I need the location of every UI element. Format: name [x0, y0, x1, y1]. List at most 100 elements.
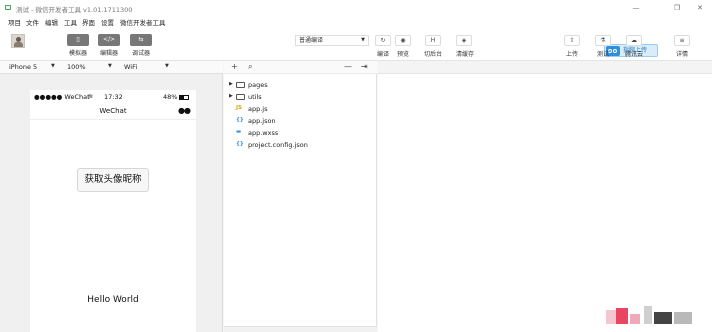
battery-icon — [179, 95, 189, 100]
close-button[interactable]: ✕ — [694, 3, 706, 13]
avatar-body-shape — [14, 42, 23, 47]
minimize-button[interactable]: — — [630, 3, 642, 13]
debug-icon: ⇆ — [138, 36, 144, 43]
add-file-icon[interactable]: + — [231, 62, 238, 71]
caret-right-icon: ▶ — [229, 81, 233, 87]
debugger-toggle-button[interactable]: ⇆ — [130, 34, 152, 46]
simulator-header: iPhone 5 ▼ 100% ▼ WiFi ▼ — [0, 61, 223, 74]
window-title: 测试 - 微信开发者工具 v1.01.1711300 — [16, 6, 133, 14]
menu-icon: ≡ — [679, 37, 685, 44]
tree-folder-pages[interactable]: ▶ pages — [224, 80, 377, 91]
chevron-down-icon: ▼ — [165, 63, 169, 69]
user-avatar[interactable] — [11, 34, 25, 48]
preview-label: 预览 — [396, 51, 409, 58]
details-button[interactable]: ≡ — [674, 35, 690, 46]
editor-toggle-button[interactable]: </> — [98, 34, 120, 46]
tencent-cloud-button[interactable]: ☁ — [626, 35, 642, 46]
test-label: 测试 — [596, 51, 609, 58]
editor-toggle-label: 编辑器 — [99, 50, 118, 57]
menu-tools[interactable]: 工具 — [64, 17, 77, 27]
editor-area — [378, 61, 712, 332]
debugger-toggle-label: 调试器 — [131, 50, 150, 57]
navigation-bar: WeChat ●● — [30, 104, 196, 120]
watermark-block — [654, 312, 672, 324]
hello-text: Hello World — [87, 295, 139, 305]
watermark-logo — [606, 304, 696, 326]
menu-file[interactable]: 文件 — [26, 17, 39, 27]
upload-icon: ⇧ — [569, 37, 575, 44]
background-label: 切后台 — [423, 51, 442, 58]
maximize-button[interactable]: ❐ — [671, 3, 683, 13]
tree-item-label: utils — [248, 93, 262, 101]
caret-right-icon: ▶ — [229, 93, 233, 99]
nav-title: WeChat — [99, 107, 127, 115]
tree-file-app-json[interactable]: {} app.json — [224, 116, 377, 127]
simulator-toggle-button[interactable]: ▯ — [67, 34, 89, 46]
explorer-bottom-strip — [224, 326, 377, 332]
device-select[interactable]: iPhone 5 — [9, 63, 37, 71]
watermark-block — [606, 310, 616, 324]
network-select[interactable]: WiFi — [124, 63, 137, 71]
tree-file-project-config[interactable]: {} project.config.json — [224, 140, 377, 151]
explorer-toolbar: + ⌕ — ⇥ — [224, 61, 377, 74]
menu-project[interactable]: 项目 — [8, 17, 21, 27]
eye-icon: ◉ — [400, 37, 406, 44]
clear-cache-label: 清缓存 — [455, 51, 474, 58]
zoom-select[interactable]: 100% — [67, 63, 86, 71]
menu-settings[interactable]: 设置 — [101, 17, 114, 27]
more-menu-icon[interactable]: ●● — [178, 106, 191, 115]
refresh-icon: ↻ — [380, 37, 386, 44]
editor-tab-bar — [378, 61, 712, 74]
collapse-icon[interactable]: — — [344, 62, 352, 71]
watermark-block — [616, 308, 628, 324]
preview-button[interactable]: ◉ — [395, 35, 411, 46]
cloud-icon: ☁ — [631, 37, 637, 44]
compile-mode-value: 普通编译 — [299, 37, 324, 44]
carrier-signal: ●●●●● WeChat — [34, 93, 90, 101]
folder-icon — [236, 82, 245, 88]
phone-icon: ▯ — [76, 36, 80, 43]
chevron-down-icon: ▼ — [361, 37, 365, 43]
status-time: 17:32 — [104, 93, 123, 101]
menu-bar: 项目 文件 编辑 工具 界面 设置 微信开发者工具 — [0, 16, 712, 27]
menu-edit[interactable]: 编辑 — [45, 17, 58, 27]
json-file-icon: {} — [236, 117, 244, 123]
tree-folder-utils[interactable]: ▶ utils — [224, 92, 377, 103]
clear-cache-button[interactable]: ◈ — [456, 35, 472, 46]
layout-icon[interactable]: ⇥ — [361, 62, 368, 71]
compile-button[interactable]: ↻ — [375, 35, 391, 46]
main-toolbar: ▯ 模拟器 </> 编辑器 ⇆ 调试器 普通编译 ▼ ↻ 编译 ◉ 预览 H 切… — [0, 27, 712, 61]
tree-item-label: project.config.json — [248, 141, 308, 149]
app-icon — [5, 5, 11, 10]
devtools-window: 测试 - 微信开发者工具 v1.01.1711300 — ❐ ✕ 项目 文件 编… — [0, 0, 712, 332]
upload-label: 上传 — [565, 51, 578, 58]
background-button[interactable]: H — [425, 35, 441, 46]
file-explorer: + ⌕ — ⇥ ▶ pages ▶ utils JS app.js {} app… — [224, 61, 377, 332]
tree-item-label: app.js — [248, 105, 268, 113]
layers-icon: ◈ — [461, 37, 467, 44]
tree-item-label: app.wxss — [248, 129, 279, 137]
phone-screen: ●●●●● WeChat ≋ 17:32 48% WeChat ●● 获取头像昵… — [30, 90, 196, 332]
watermark-block — [630, 314, 640, 324]
battery-percent: 48% — [163, 93, 178, 101]
get-avatar-nickname-button[interactable]: 获取头像昵称 — [77, 168, 149, 192]
upload-button[interactable]: ⇧ — [564, 35, 580, 46]
menu-interface[interactable]: 界面 — [82, 17, 95, 27]
js-file-icon: JS — [236, 105, 243, 111]
compile-mode-select[interactable]: 普通编译 ▼ — [295, 35, 369, 46]
chevron-down-icon: ▼ — [51, 63, 55, 69]
search-icon[interactable]: ⌕ — [248, 62, 252, 72]
wxss-file-icon: ▬ — [236, 129, 242, 135]
details-label: 详情 — [675, 51, 688, 58]
flask-icon: ⚗ — [600, 37, 606, 44]
test-button[interactable]: ⚗ — [595, 35, 611, 46]
tencent-cloud-label: 腾讯云 — [624, 51, 643, 58]
simulator-toggle-label: 模拟器 — [68, 50, 87, 57]
tree-file-app-js[interactable]: JS app.js — [224, 104, 377, 115]
status-bar: ●●●●● WeChat ≋ 17:32 48% — [30, 93, 196, 103]
tree-file-app-wxss[interactable]: ▬ app.wxss — [224, 128, 377, 139]
battery-level — [180, 96, 184, 99]
menu-wechat-devtools[interactable]: 微信开发者工具 — [120, 17, 166, 27]
folder-icon — [236, 94, 245, 100]
json-file-icon: {} — [236, 141, 244, 147]
